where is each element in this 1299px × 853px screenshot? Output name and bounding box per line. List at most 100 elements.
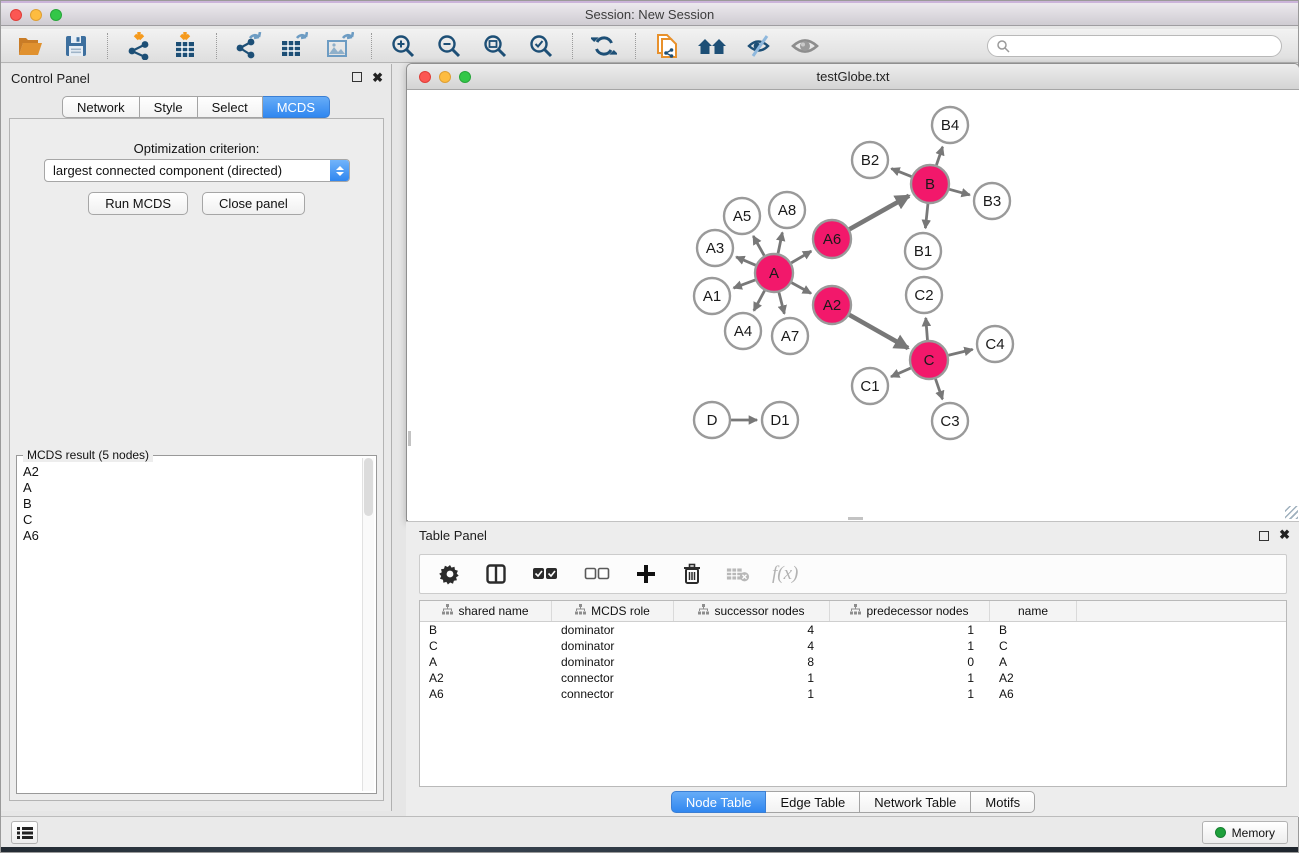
show-all-icon[interactable] [786,31,824,61]
graph-edge-B-B1[interactable] [925,204,928,228]
network-canvas[interactable]: B4B2BB3A8A5A6A3B1AC2A1A2A4A7C4CC1C3DD1 [408,91,1299,521]
window-resize-grip[interactable] [1285,506,1298,519]
criterion-select[interactable]: largest connected component (directed) [44,159,350,182]
mcds-result-item[interactable]: B [23,496,358,512]
clone-network-icon[interactable] [648,31,686,61]
graph-edge-A-A1[interactable] [734,280,756,288]
select-all-icon[interactable] [530,562,560,586]
table-cell[interactable]: A [420,655,552,669]
first-neighbors-icon[interactable] [694,31,732,61]
export-image-icon[interactable] [321,31,359,61]
table-cell[interactable]: 1 [830,671,990,685]
graph-edge-A-A5[interactable] [753,236,764,256]
tab-network[interactable]: Network [62,96,140,118]
export-table-icon[interactable] [275,31,313,61]
table-row[interactable]: Cdominator41C [420,638,1286,654]
table-cell[interactable]: 1 [674,671,830,685]
graph-edge-A-A7[interactable] [779,292,784,313]
close-table-panel-icon[interactable]: ✖ [1279,527,1290,543]
export-network-icon[interactable] [229,31,267,61]
settings-gear-icon[interactable] [438,562,462,586]
table-cell[interactable]: C [420,639,552,653]
table-cell[interactable]: A6 [420,687,552,701]
tab-node-table[interactable]: Node Table [671,791,767,813]
tab-edge-table[interactable]: Edge Table [766,791,860,813]
zoom-selected-icon[interactable] [522,31,560,61]
table-cell[interactable]: B [420,623,552,637]
table-cell[interactable]: 1 [830,639,990,653]
table-row[interactable]: A2connector11A2 [420,670,1286,686]
mcds-result-item[interactable]: A2 [23,464,358,480]
add-column-icon[interactable] [634,562,658,586]
float-panel-icon[interactable] [352,72,362,82]
graph-edge-B-B2[interactable] [891,169,911,177]
table-cell[interactable]: dominator [552,639,674,653]
column-header-MCDS-role[interactable]: MCDS role [552,601,674,621]
graph-edge-C-C3[interactable] [936,379,943,399]
tab-network-table[interactable]: Network Table [860,791,971,813]
zoom-fit-icon[interactable] [476,31,514,61]
tab-style[interactable]: Style [140,96,198,118]
refresh-icon[interactable] [585,31,623,61]
table-cell[interactable]: A6 [990,687,1077,701]
table-cell[interactable]: B [990,623,1077,637]
node-table[interactable]: shared nameMCDS rolesuccessor nodesprede… [419,600,1287,787]
tab-select[interactable]: Select [198,96,263,118]
table-cell[interactable]: A2 [990,671,1077,685]
graph-edge-A-A4[interactable] [754,291,765,311]
table-cell[interactable]: connector [552,671,674,685]
graph-edge-C-C1[interactable] [891,368,911,377]
table-cell[interactable]: C [990,639,1077,653]
graph-edge-A-A6[interactable] [791,251,811,263]
tab-motifs[interactable]: Motifs [971,791,1035,813]
search-field[interactable] [987,35,1282,57]
memory-button[interactable]: Memory [1202,821,1288,844]
tab-mcds[interactable]: MCDS [263,96,330,118]
graph-edge-A-A3[interactable] [736,257,755,265]
result-scrollbar[interactable] [362,458,374,791]
canvas-vertical-scroll-mark[interactable] [408,431,411,446]
save-session-icon[interactable] [57,31,95,61]
graph-edge-C-C4[interactable] [948,349,972,355]
graph-edge-B-B4[interactable] [936,147,942,165]
search-input[interactable] [1010,37,1281,55]
hide-selected-icon[interactable] [740,31,778,61]
table-cell[interactable]: 1 [674,687,830,701]
graph-edge-A2-C[interactable] [849,315,908,348]
close-panel-icon[interactable]: ✖ [372,70,383,86]
import-network-icon[interactable] [120,31,158,61]
zoom-out-icon[interactable] [430,31,468,61]
graph-edge-B-B3[interactable] [949,189,970,195]
table-cell[interactable]: A2 [420,671,552,685]
deselect-all-icon[interactable] [582,562,612,586]
table-cell[interactable]: 0 [830,655,990,669]
canvas-horizontal-scroll-mark[interactable] [848,517,863,520]
column-visibility-icon[interactable] [484,562,508,586]
column-header-shared-name[interactable]: shared name [420,601,552,621]
table-cell[interactable]: 4 [674,639,830,653]
close-panel-button[interactable]: Close panel [202,192,305,215]
table-cell[interactable]: dominator [552,623,674,637]
column-header-name[interactable]: name [990,601,1077,621]
table-row[interactable]: Bdominator41B [420,622,1286,638]
network-window-titlebar[interactable]: testGlobe.txt [407,64,1299,90]
zoom-in-icon[interactable] [384,31,422,61]
table-cell[interactable]: A [990,655,1077,669]
table-cell[interactable]: dominator [552,655,674,669]
open-file-icon[interactable] [11,31,49,61]
mcds-result-item[interactable]: A [23,480,358,496]
table-cell[interactable]: 1 [830,687,990,701]
table-cell[interactable]: 1 [830,623,990,637]
import-table-icon[interactable] [166,31,204,61]
mcds-result-item[interactable]: A6 [23,528,358,544]
float-table-panel-icon[interactable] [1259,531,1269,541]
table-cell[interactable]: 4 [674,623,830,637]
mcds-result-item[interactable]: C [23,512,358,528]
graph-edge-A6-B[interactable] [849,196,909,229]
graph-edge-A-A8[interactable] [778,233,782,254]
mcds-result-list[interactable]: A2ABCA6 [19,458,362,791]
graph-edge-A-A2[interactable] [792,283,811,294]
run-mcds-button[interactable]: Run MCDS [88,192,188,215]
graph-edge-C-C2[interactable] [926,318,928,340]
table-cell[interactable]: 8 [674,655,830,669]
